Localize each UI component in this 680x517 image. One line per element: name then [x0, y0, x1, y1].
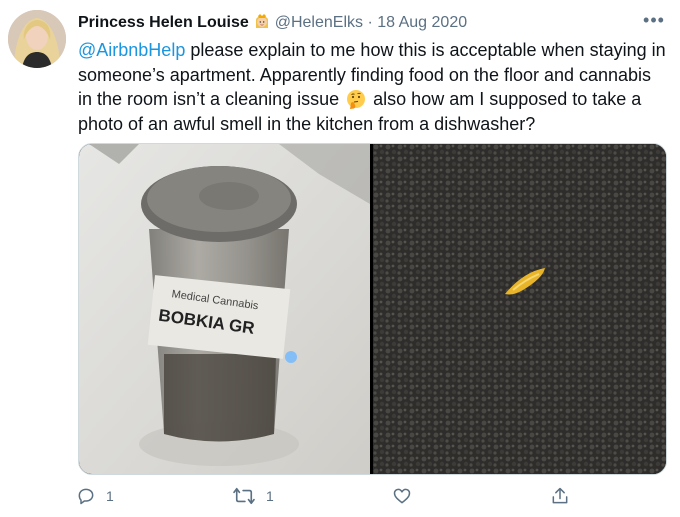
mention-link[interactable]: @AirbnbHelp — [78, 40, 185, 60]
more-icon: ••• — [643, 10, 665, 30]
tweet-date[interactable]: 18 Aug 2020 — [377, 14, 467, 31]
share-icon — [550, 486, 570, 506]
more-options-button[interactable]: ••• — [640, 8, 668, 32]
display-name[interactable]: Princess Helen Louise — [78, 14, 249, 31]
media-grid[interactable]: Medical Cannabis BOBKIA GR — [78, 143, 667, 475]
retweet-icon — [232, 486, 256, 506]
thinking-face-icon — [346, 89, 366, 109]
tweet-actions: 1 1 — [0, 484, 680, 514]
like-button[interactable] — [392, 486, 412, 506]
reply-count: 1 — [106, 488, 114, 504]
tweet-card[interactable]: Princess Helen Louise @HelenElks · 18 Aug… — [0, 0, 680, 517]
avatar[interactable] — [8, 10, 66, 68]
reply-icon — [76, 486, 96, 506]
photo-carpet-food[interactable] — [373, 144, 666, 474]
handle[interactable]: @HelenElks — [275, 14, 363, 31]
photo-cannabis-jar[interactable]: Medical Cannabis BOBKIA GR — [79, 144, 370, 474]
reply-button[interactable]: 1 — [76, 486, 114, 506]
share-button[interactable] — [550, 486, 570, 506]
separator: · — [367, 14, 373, 31]
heart-icon — [392, 486, 412, 506]
retweet-button[interactable]: 1 — [232, 486, 274, 506]
tweet-text: @AirbnbHelp please explain to me how thi… — [78, 38, 668, 136]
retweet-count: 1 — [266, 488, 274, 504]
princess-emoji-icon — [253, 12, 271, 30]
tweet-header: Princess Helen Louise @HelenElks · 18 Aug… — [78, 12, 467, 33]
